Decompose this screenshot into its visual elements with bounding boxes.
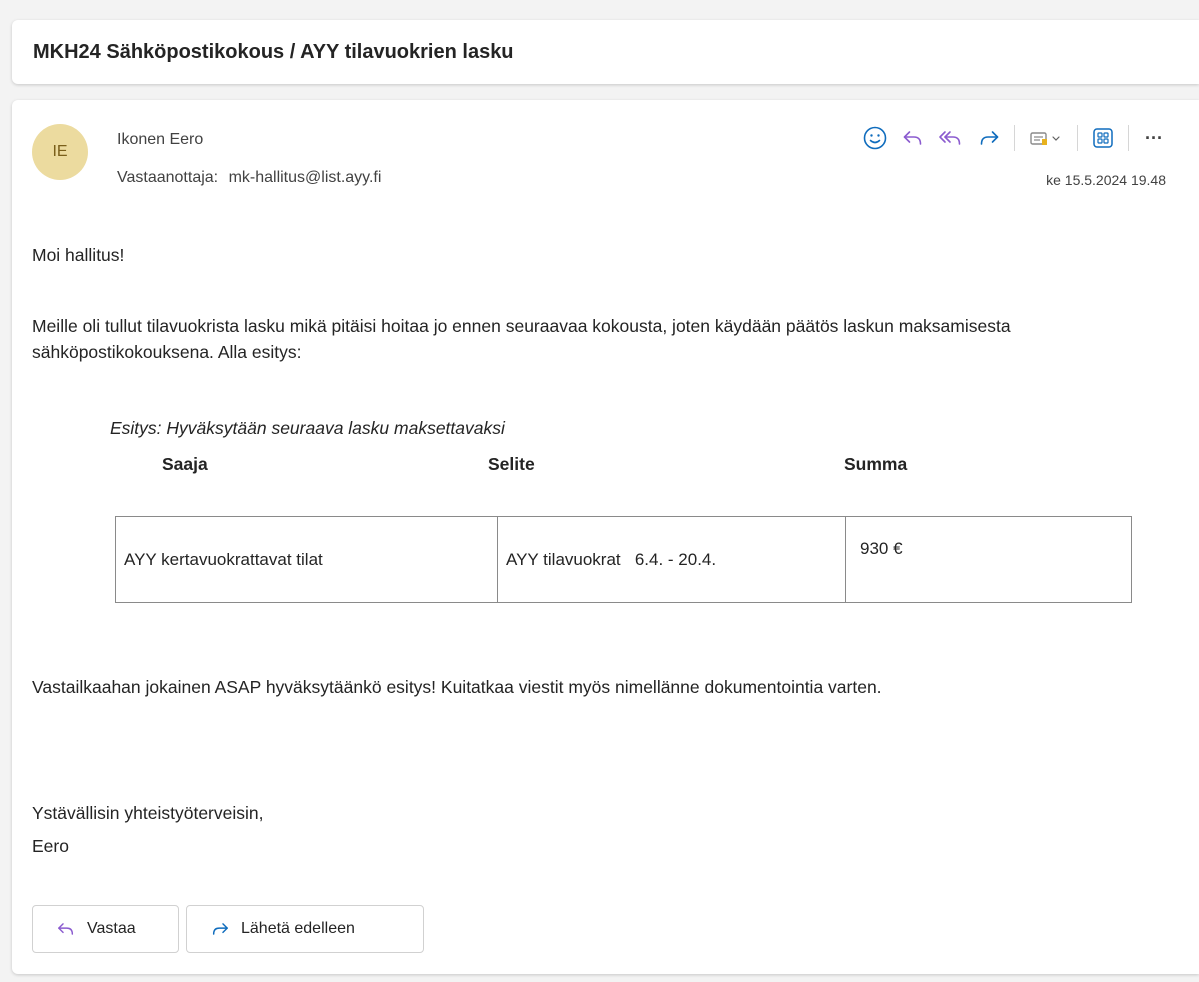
forward-footer-label: Lähetä edelleen (241, 920, 355, 937)
reply-icon (58, 923, 74, 935)
reply-button[interactable] (894, 122, 932, 154)
emoji-icon (863, 126, 887, 150)
proposal-line: Esitys: Hyväksytään seuraava lasku makse… (110, 418, 505, 438)
apps-button[interactable] (1084, 122, 1122, 154)
recipient-label: Vastaanottaja: (117, 169, 219, 186)
more-actions-button[interactable]: ··· (1135, 122, 1173, 154)
toolbar-separator (1014, 125, 1015, 151)
subject-card: MKH24 Sähköpostikokous / AYY tilavuokrie… (12, 20, 1199, 84)
avatar-initials: IE (52, 143, 68, 160)
message-card: IE Ikonen Eero Vastaanottaja: mk-hallitu… (12, 100, 1199, 974)
table-cell-amount: 930 € (845, 516, 1132, 603)
forward-footer-button[interactable]: Lähetä edelleen (186, 905, 424, 953)
table-row: AYY kertavuokrattavat tilat AYY tilavuok… (115, 516, 1132, 603)
invoice-table: AYY kertavuokrattavat tilat AYY tilavuok… (115, 516, 1132, 603)
body-paragraph-2: Vastailkaahan jokainen ASAP hyväksytäänk… (32, 677, 882, 697)
signature: Eero (32, 836, 69, 856)
sender-avatar[interactable]: IE (32, 124, 88, 180)
forward-icon (980, 131, 999, 145)
recipient-line: Vastaanottaja: mk-hallitus@list.ayy.fi (117, 169, 381, 187)
more-icon: ··· (1145, 127, 1163, 148)
reply-footer-label: Vastaa (87, 920, 136, 937)
greeting: Moi hallitus! (32, 245, 125, 265)
emoji-button[interactable] (856, 122, 894, 154)
toolbar-separator (1077, 125, 1078, 151)
table-header-amount: Summa (844, 454, 908, 474)
sent-date: ke 15.5.2024 19.48 (1046, 172, 1166, 188)
message-toolbar: ··· (856, 122, 1173, 154)
closing-line: Ystävällisin yhteistyöterveisin, (32, 803, 264, 823)
table-header-recipient: Saaja (162, 454, 208, 474)
reply-all-button[interactable] (932, 122, 970, 154)
recipient-address[interactable]: mk-hallitus@list.ayy.fi (229, 169, 382, 186)
table-cell-description: AYY tilavuokrat 6.4. - 20.4. (497, 516, 846, 603)
reply-footer-button[interactable]: Vastaa (32, 905, 179, 953)
table-cell-recipient: AYY kertavuokrattavat tilat (115, 516, 498, 603)
tag-dropdown-button[interactable] (1021, 122, 1071, 154)
table-header-description: Selite (488, 454, 535, 474)
apps-icon (1093, 128, 1113, 148)
forward-icon (212, 923, 228, 935)
tag-icon (1030, 132, 1060, 145)
toolbar-separator (1128, 125, 1129, 151)
reply-icon (903, 131, 922, 145)
forward-button[interactable] (970, 122, 1008, 154)
reply-all-icon (939, 131, 961, 145)
body-paragraph-1: Meille oli tullut tilavuokrista lasku mi… (32, 316, 1011, 362)
sender-name[interactable]: Ikonen Eero (117, 131, 203, 149)
email-subject: MKH24 Sähköpostikokous / AYY tilavuokrie… (33, 40, 514, 63)
